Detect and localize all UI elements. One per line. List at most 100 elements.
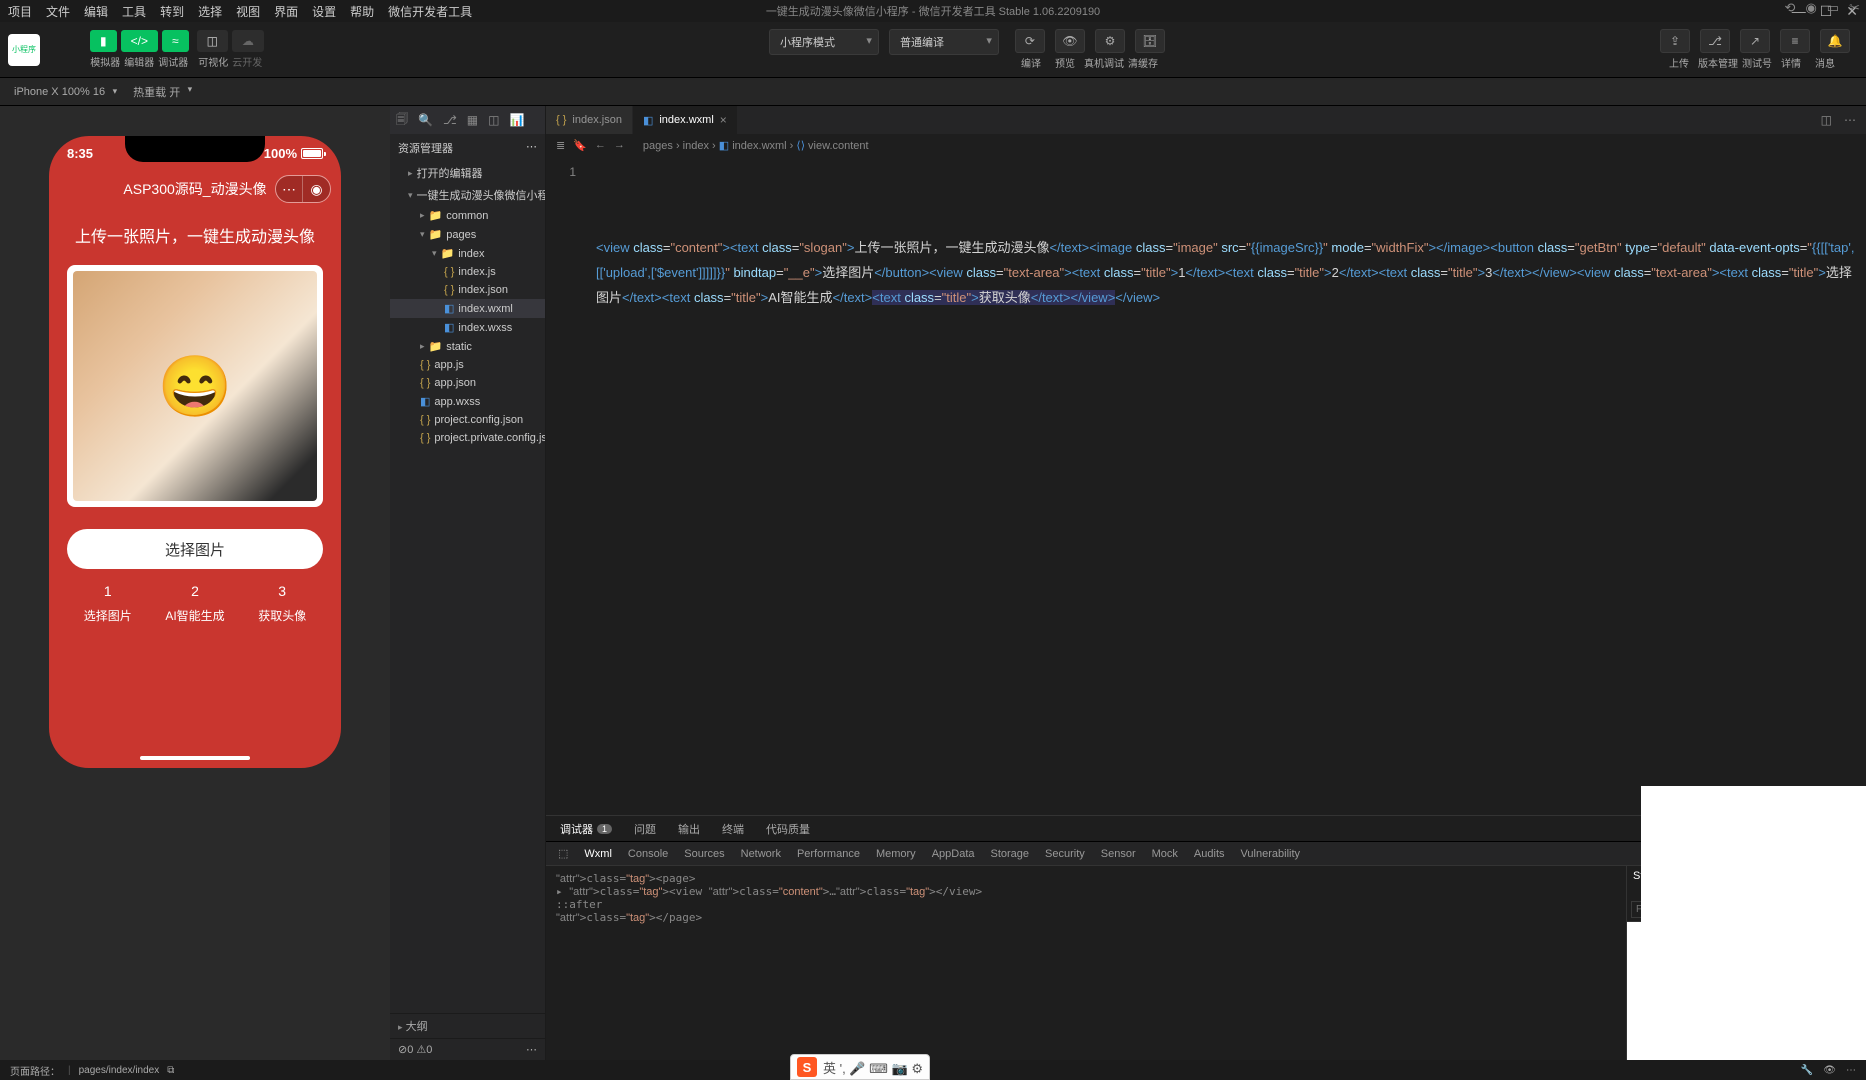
menu-视图[interactable]: 视图 — [236, 3, 260, 20]
menu-设置[interactable]: 设置 — [312, 3, 336, 20]
open-editors-section[interactable]: ▸打开的编辑器 — [390, 162, 545, 184]
capsule-menu-icon[interactable]: ⋯ — [276, 176, 303, 202]
cloud-button[interactable]: ☁ — [232, 30, 264, 52]
devtools-tab-Security[interactable]: Security — [1045, 848, 1085, 860]
tree-item[interactable]: ▸📁common — [390, 206, 545, 225]
bc-fwd-icon[interactable]: → — [614, 139, 625, 152]
fix-icon[interactable]: 🔧 — [1801, 1065, 1813, 1076]
devtools-tab-Audits[interactable]: Audits — [1194, 848, 1225, 860]
menu-转到[interactable]: 转到 — [160, 3, 184, 20]
analytics-tab-icon[interactable]: 📊 — [509, 113, 524, 127]
detail-icon[interactable]: ≡ — [1780, 29, 1810, 53]
refresh-icon[interactable]: ⟲ — [1785, 0, 1796, 16]
dbg-tab-终端[interactable]: 终端 — [720, 821, 746, 837]
ext2-tab-icon[interactable]: ◫ — [488, 113, 499, 127]
code-editor[interactable]: 1 <view class="content"><text class="slo… — [546, 156, 1866, 815]
devtools-tab-Vulnerability[interactable]: Vulnerability — [1241, 848, 1301, 860]
devtools-tab-Storage[interactable]: Storage — [991, 848, 1030, 860]
tree-item[interactable]: { }project.private.config.js... — [390, 429, 545, 447]
tab-more-icon[interactable]: ⋯ — [1844, 113, 1856, 127]
editor-tab[interactable]: { }index.json — [546, 106, 633, 134]
bc-list-icon[interactable]: ≣ — [556, 139, 565, 152]
devtools-tab-Performance[interactable]: Performance — [797, 848, 860, 860]
ime-item[interactable]: 英 — [823, 1061, 836, 1076]
ime-toolbar[interactable]: S 英 ', 🎤 ⌨ 📷 ⚙ — [790, 1054, 930, 1080]
hotreload-dropdown[interactable]: 热重载 开 — [127, 82, 194, 102]
devtools-tab-Memory[interactable]: Memory — [876, 848, 916, 860]
upload-icon[interactable]: ⇪ — [1660, 29, 1690, 53]
menu-界面[interactable]: 界面 — [274, 3, 298, 20]
menu-项目[interactable]: 项目 — [8, 3, 32, 20]
mode-dropdown[interactable]: 小程序模式 — [769, 29, 879, 55]
menu-编辑[interactable]: 编辑 — [84, 3, 108, 20]
ime-item[interactable]: ⚙ — [911, 1061, 923, 1076]
tree-item[interactable]: { }index.js — [390, 263, 545, 281]
capsule-close-icon[interactable]: ◉ — [303, 176, 330, 202]
tree-item[interactable]: { }index.json — [390, 281, 545, 299]
menu-微信开发者工具[interactable]: 微信开发者工具 — [388, 3, 472, 20]
editor-button[interactable]: </> — [121, 30, 158, 52]
dbg-tab-代码质量[interactable]: 代码质量 — [764, 821, 812, 837]
ime-item[interactable]: 📷 — [892, 1061, 908, 1076]
files-tab-icon[interactable]: 🗐 — [396, 110, 408, 131]
tree-item[interactable]: ◧app.wxss — [390, 392, 545, 411]
menu-文件[interactable]: 文件 — [46, 3, 70, 20]
devtools-tab-Wxml[interactable]: Wxml — [584, 848, 612, 860]
devtools-tab-Console[interactable]: Console — [628, 848, 668, 860]
tree-item[interactable]: ◧index.wxml — [390, 299, 545, 318]
tree-item[interactable]: ◧index.wxss — [390, 318, 545, 337]
tree-item[interactable]: { }project.config.json — [390, 411, 545, 429]
menu-选择[interactable]: 选择 — [198, 3, 222, 20]
problems-count[interactable]: ⊘0 ⚠0 — [398, 1043, 432, 1056]
devtools-tab-Sensor[interactable]: Sensor — [1101, 848, 1136, 860]
split-icon[interactable]: ◫ — [1821, 113, 1832, 127]
menu-工具[interactable]: 工具 — [122, 3, 146, 20]
more-icon[interactable]: ⋯ — [1846, 1065, 1856, 1076]
explorer-menu-icon[interactable]: ⋯ — [526, 140, 537, 156]
search-tab-icon[interactable]: 🔍 — [418, 113, 433, 127]
devtools-tab-Mock[interactable]: Mock — [1152, 848, 1178, 860]
device-icon[interactable]: ▭ — [1827, 0, 1839, 16]
message-icon[interactable]: 🔔 — [1820, 29, 1850, 53]
devtools-tab-Sources[interactable]: Sources — [684, 848, 724, 860]
footer-more-icon[interactable]: ⋯ — [526, 1043, 537, 1056]
menubar[interactable]: 项目文件编辑工具转到选择视图界面设置帮助微信开发者工具 — [8, 3, 472, 20]
bc-bookmark-icon[interactable]: 🔖 — [573, 139, 587, 152]
ime-item[interactable]: 🎤 — [849, 1061, 865, 1076]
devtools-tab-Network[interactable]: Network — [741, 848, 781, 860]
scissors-icon[interactable]: ✂ — [1849, 0, 1860, 16]
simulator-button[interactable]: ▮ — [90, 30, 117, 52]
outline-section[interactable]: 大纲 — [406, 1021, 428, 1033]
eye-icon[interactable]: 👁 — [1823, 1065, 1836, 1076]
devtools-tab-AppData[interactable]: AppData — [932, 848, 975, 860]
visual-button[interactable]: ◫ — [197, 30, 228, 52]
clear-cache-icon[interactable]: 🗄 — [1135, 29, 1165, 53]
ext-tab-icon[interactable]: ▦ — [467, 113, 478, 127]
copy-route-icon[interactable]: ⧉ — [167, 1065, 174, 1076]
project-root[interactable]: ▾一键生成动漫头像微信小程序 — [390, 184, 545, 206]
tree-item[interactable]: ▾📁index — [390, 244, 545, 263]
bc-back-icon[interactable]: ← — [595, 139, 606, 152]
dbg-tab-输出[interactable]: 输出 — [676, 821, 702, 837]
inspect-icon[interactable]: ⬚ — [558, 847, 568, 860]
menu-帮助[interactable]: 帮助 — [350, 3, 374, 20]
debugger-button[interactable]: ≈ — [162, 30, 189, 52]
pick-image-button[interactable]: 选择图片 — [67, 529, 323, 569]
version-icon[interactable]: ⎇ — [1700, 29, 1730, 53]
compile-icon[interactable]: ⟳ — [1015, 29, 1045, 53]
preview-icon[interactable]: 👁 — [1055, 29, 1085, 53]
test-icon[interactable]: ↗ — [1740, 29, 1770, 53]
tree-item[interactable]: ▾📁pages — [390, 225, 545, 244]
git-tab-icon[interactable]: ⎇ — [443, 113, 457, 127]
tree-item[interactable]: { }app.json — [390, 374, 545, 392]
dbg-tab-调试器[interactable]: 调试器 1 — [558, 821, 614, 837]
ime-item[interactable]: ⌨ — [869, 1061, 888, 1076]
route-value[interactable]: pages/index/index — [79, 1065, 160, 1076]
phone-preview[interactable]: 8:35 100% ASP300源码_动漫头像 ⋯ ◉ 上传一张照片，一键生成动… — [49, 136, 341, 768]
device-dropdown[interactable]: iPhone X 100% 16 — [8, 84, 119, 100]
ime-item[interactable]: ', — [840, 1061, 846, 1076]
breadcrumb-path[interactable]: pages › index › ◧ index.wxml › ⟨⟩ view.c… — [643, 139, 869, 152]
dbg-tab-问题[interactable]: 问题 — [632, 821, 658, 837]
ime-logo-icon[interactable]: S — [797, 1057, 817, 1077]
dom-tree[interactable]: "attr">class="tag"><page>▸ "attr">class=… — [546, 866, 1626, 1060]
